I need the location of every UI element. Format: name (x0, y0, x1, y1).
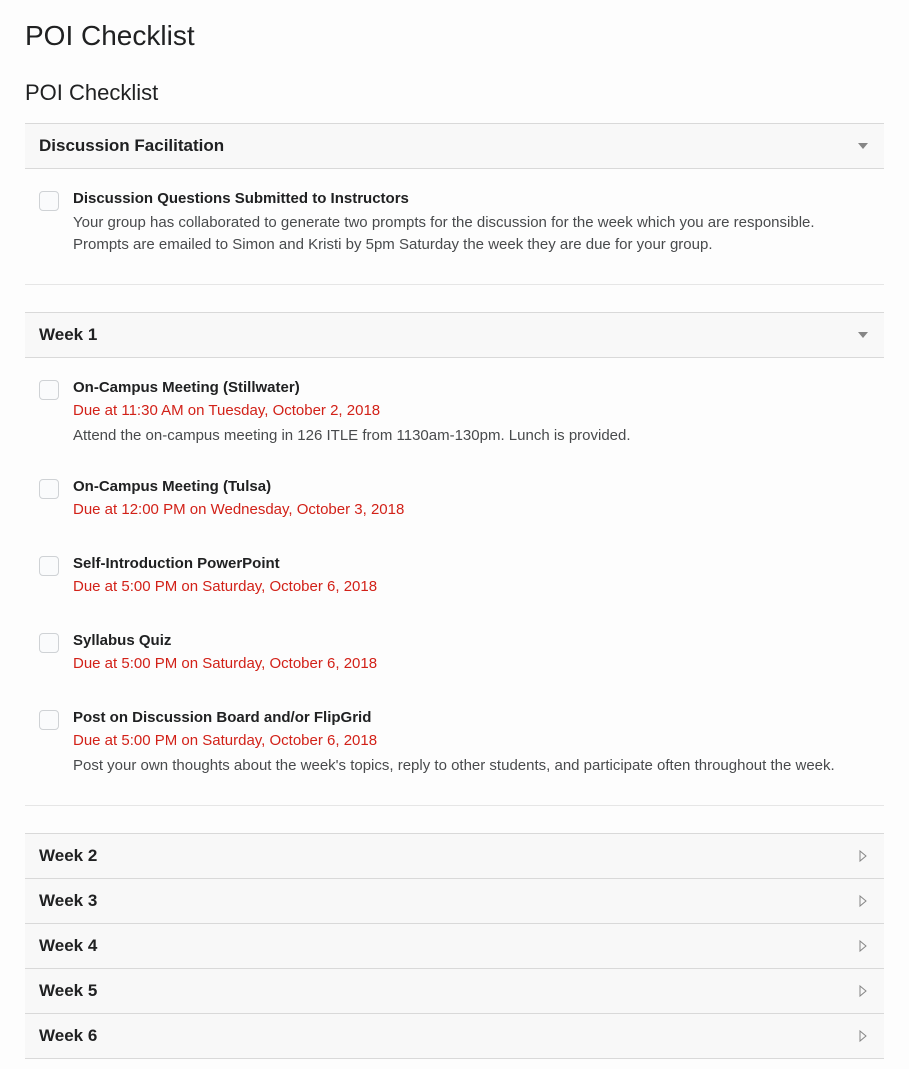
item-body: Syllabus Quiz Due at 5:00 PM on Saturday… (73, 631, 870, 678)
item-title: Discussion Questions Submitted to Instru… (73, 189, 870, 209)
section-gap (25, 285, 884, 313)
section-gap (25, 806, 884, 834)
checkbox[interactable] (39, 479, 59, 499)
section-header-discussion-facilitation[interactable]: Discussion Facilitation (25, 123, 884, 169)
section-title: Week 4 (39, 936, 97, 956)
item-due: Due at 12:00 PM on Wednesday, October 3,… (73, 500, 870, 520)
section-header-week-3[interactable]: Week 3 (25, 878, 884, 924)
section-body: Discussion Questions Submitted to Instru… (25, 169, 884, 285)
section-title: Week 6 (39, 1026, 97, 1046)
checkbox[interactable] (39, 710, 59, 730)
checkbox[interactable] (39, 556, 59, 576)
chevron-right-icon (856, 849, 870, 863)
item-due: Due at 5:00 PM on Saturday, October 6, 2… (73, 577, 870, 597)
checklist-title: POI Checklist (25, 80, 884, 106)
chevron-right-icon (856, 939, 870, 953)
section-title: Discussion Facilitation (39, 136, 224, 156)
chevron-right-icon (856, 894, 870, 908)
item-due: Due at 5:00 PM on Saturday, October 6, 2… (73, 654, 870, 674)
chevron-right-icon (856, 1029, 870, 1043)
checkbox[interactable] (39, 633, 59, 653)
chevron-down-icon (856, 139, 870, 153)
page-title: POI Checklist (25, 20, 884, 52)
item-due: Due at 11:30 AM on Tuesday, October 2, 2… (73, 401, 870, 421)
item-desc: Post your own thoughts about the week's … (73, 755, 870, 777)
section-title: Week 1 (39, 325, 97, 345)
item-desc: Attend the on-campus meeting in 126 ITLE… (73, 425, 870, 447)
section-title: Week 5 (39, 981, 97, 1001)
item-title: Syllabus Quiz (73, 631, 870, 651)
section-title: Week 2 (39, 846, 97, 866)
section-header-week-4[interactable]: Week 4 (25, 923, 884, 969)
section-title: Week 3 (39, 891, 97, 911)
checklist-item: Syllabus Quiz Due at 5:00 PM on Saturday… (39, 631, 870, 678)
item-body: On-Campus Meeting (Stillwater) Due at 11… (73, 378, 870, 447)
item-body: Self-Introduction PowerPoint Due at 5:00… (73, 554, 870, 601)
checkbox[interactable] (39, 191, 59, 211)
item-title: On-Campus Meeting (Tulsa) (73, 477, 870, 497)
page: POI Checklist POI Checklist Discussion F… (0, 0, 909, 1069)
section-header-week-6[interactable]: Week 6 (25, 1013, 884, 1059)
checklist-item: Discussion Questions Submitted to Instru… (39, 189, 870, 256)
checklist-item: On-Campus Meeting (Stillwater) Due at 11… (39, 378, 870, 447)
chevron-right-icon (856, 984, 870, 998)
section-header-week-1[interactable]: Week 1 (25, 312, 884, 358)
checklist-item: Post on Discussion Board and/or FlipGrid… (39, 708, 870, 777)
section-header-week-2[interactable]: Week 2 (25, 833, 884, 879)
section-header-week-5[interactable]: Week 5 (25, 968, 884, 1014)
item-due: Due at 5:00 PM on Saturday, October 6, 2… (73, 731, 870, 751)
section-body: On-Campus Meeting (Stillwater) Due at 11… (25, 358, 884, 806)
checklist-item: On-Campus Meeting (Tulsa) Due at 12:00 P… (39, 477, 870, 524)
item-title: Post on Discussion Board and/or FlipGrid (73, 708, 870, 728)
item-body: Post on Discussion Board and/or FlipGrid… (73, 708, 870, 777)
chevron-down-icon (856, 328, 870, 342)
item-title: Self-Introduction PowerPoint (73, 554, 870, 574)
item-title: On-Campus Meeting (Stillwater) (73, 378, 870, 398)
checklist-item: Self-Introduction PowerPoint Due at 5:00… (39, 554, 870, 601)
item-body: Discussion Questions Submitted to Instru… (73, 189, 870, 256)
item-body: On-Campus Meeting (Tulsa) Due at 12:00 P… (73, 477, 870, 524)
checkbox[interactable] (39, 380, 59, 400)
item-desc: Your group has collaborated to generate … (73, 212, 870, 256)
